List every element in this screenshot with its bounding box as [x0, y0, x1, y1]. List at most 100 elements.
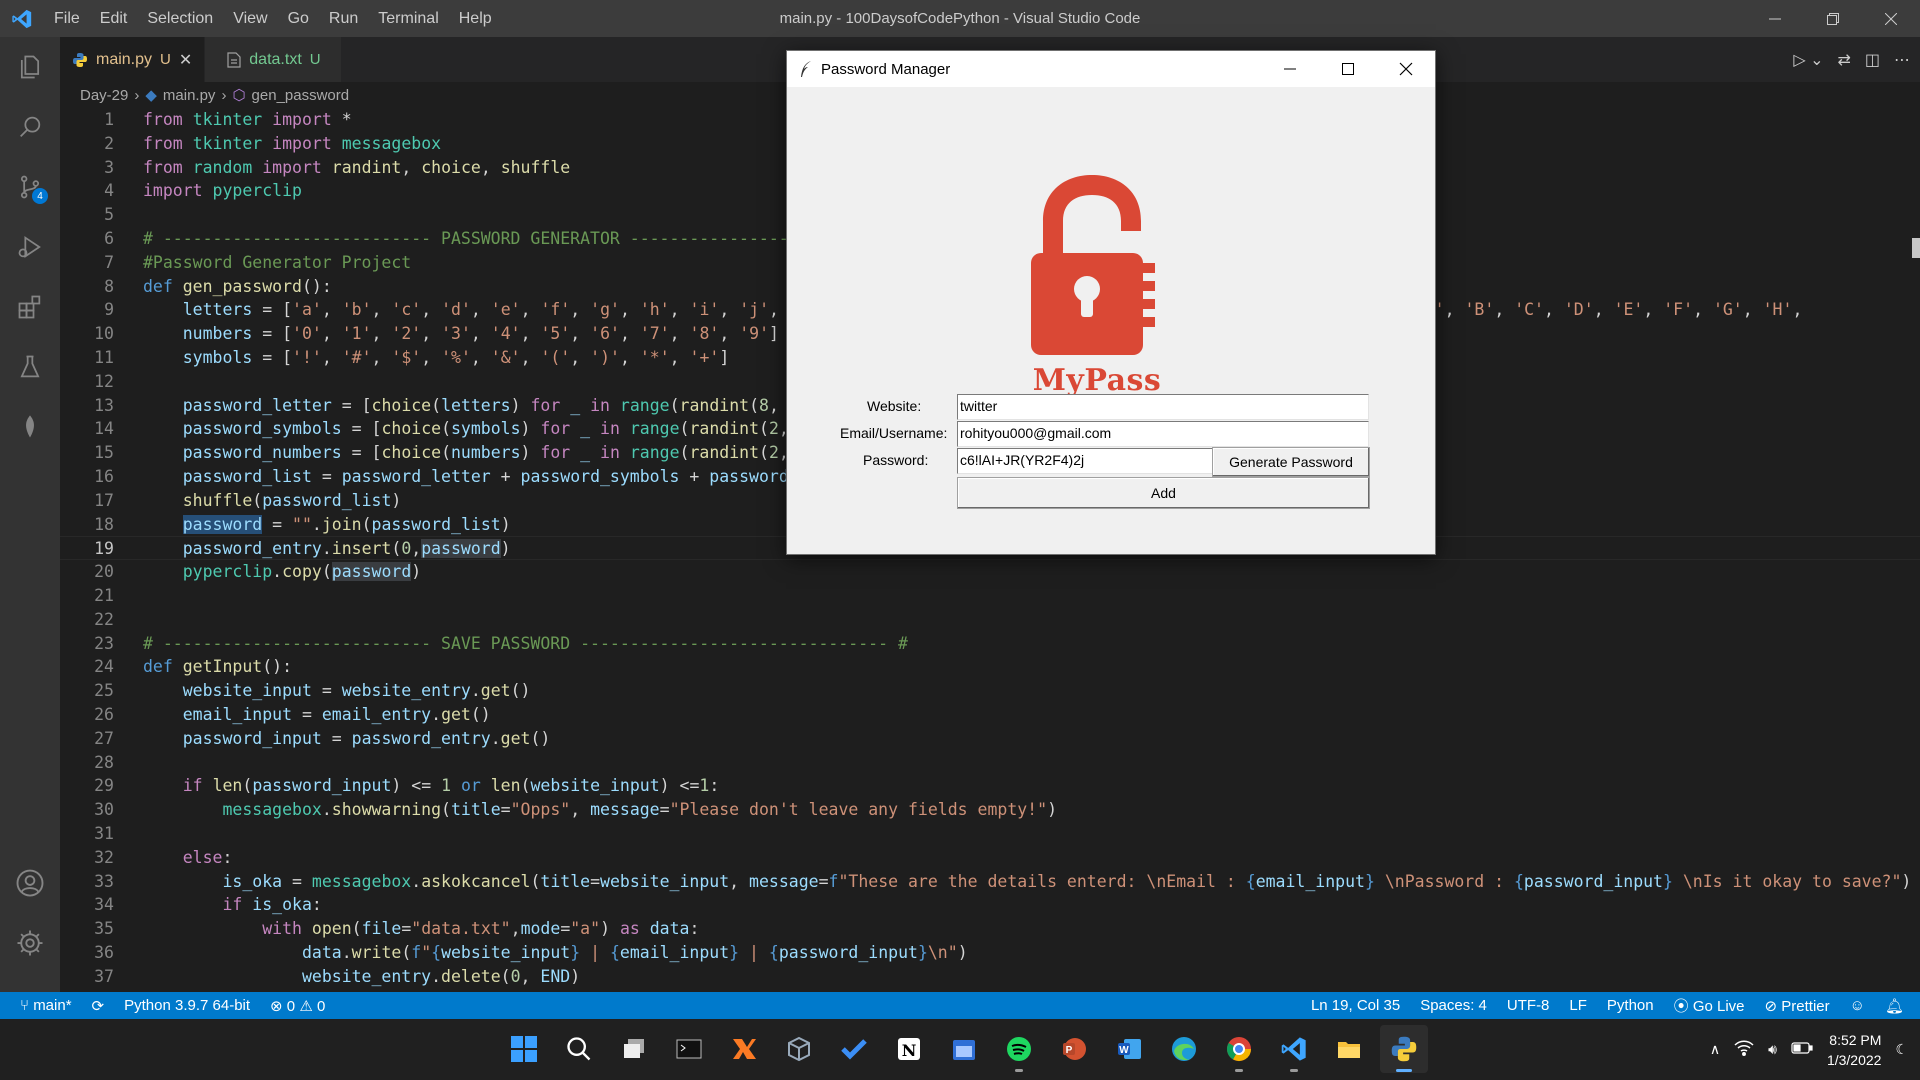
line-code: website_entry.delete(0, END) [301, 966, 581, 986]
breadcrumb-file[interactable]: main.py [163, 87, 216, 104]
todo-app-icon[interactable] [830, 1025, 878, 1073]
code-line[interactable]: 30 messagebox.showwarning(title="Opps", … [60, 798, 1920, 822]
source-control-icon[interactable]: 4 [0, 157, 60, 217]
generate-password-button[interactable]: Generate Password [1212, 447, 1370, 477]
website-input[interactable]: twitter [957, 394, 1369, 420]
focus-assist-moon-icon[interactable]: ☾ [1895, 1041, 1908, 1058]
python-interpreter[interactable]: Python 3.9.7 64-bit [124, 997, 250, 1014]
menu-terminal[interactable]: Terminal [368, 0, 448, 37]
run-debug-icon[interactable] [0, 217, 60, 277]
add-button[interactable]: Add [957, 477, 1370, 509]
code-line[interactable]: 23 # --------------------------- SAVE PAS… [60, 632, 1920, 656]
python-file-icon: ◆ [145, 87, 157, 104]
line-code: if is_oka: [222, 895, 322, 915]
extensions-icon[interactable] [0, 277, 60, 337]
open-changes-icon[interactable]: ⇄ [1837, 50, 1850, 70]
tab-main-py[interactable]: main.py U ✕ [60, 37, 206, 82]
line-code: # --------------------------- PASSWORD G… [143, 228, 809, 248]
word-app-icon[interactable]: W [1105, 1025, 1153, 1073]
code-line[interactable]: 36 data.write(f"{website_input} | {email… [60, 941, 1920, 965]
code-line[interactable]: 25 website_input = website_entry.get() [60, 679, 1920, 703]
code-line[interactable]: 31 [60, 822, 1920, 846]
prettier-button[interactable]: ⊘ Prettier [1765, 997, 1830, 1015]
menu-go[interactable]: Go [278, 0, 319, 37]
menu-file[interactable]: File [44, 0, 90, 37]
xampp-app-icon[interactable] [720, 1025, 768, 1073]
edge-browser-icon[interactable] [1160, 1025, 1208, 1073]
indentation[interactable]: Spaces: 4 [1420, 997, 1487, 1014]
accounts-icon[interactable] [0, 853, 60, 913]
virtualbox-app-icon[interactable] [775, 1025, 823, 1073]
terminal-app-icon[interactable] [665, 1025, 713, 1073]
tk-minimize-button[interactable] [1261, 51, 1319, 87]
website-label: Website: [867, 398, 922, 414]
taskbar-search-icon[interactable] [555, 1025, 603, 1073]
minimize-button[interactable] [1746, 0, 1804, 37]
calendar-app-icon[interactable] [940, 1025, 988, 1073]
menu-edit[interactable]: Edit [90, 0, 138, 37]
code-line[interactable]: 32 else: [60, 846, 1920, 870]
breadcrumb-symbol[interactable]: gen_password [252, 87, 350, 104]
code-line[interactable]: 28 [60, 751, 1920, 775]
task-view-icon[interactable] [610, 1025, 658, 1073]
vscode-app-icon[interactable] [1270, 1025, 1318, 1073]
breadcrumb-folder[interactable]: Day-29 [80, 87, 128, 104]
notifications-bell-icon[interactable]: 🔔︎ [1885, 997, 1904, 1015]
tk-maximize-button[interactable] [1319, 51, 1377, 87]
show-hidden-icons-chevron-icon[interactable]: ∧ [1710, 1041, 1720, 1058]
menu-help[interactable]: Help [449, 0, 502, 37]
tk-close-button[interactable] [1377, 51, 1435, 87]
branch-status[interactable]: ⑂ main* [20, 997, 72, 1014]
clock[interactable]: 8:52 PM 1/3/2022 [1827, 1030, 1882, 1070]
notion-app-icon[interactable]: N [885, 1025, 933, 1073]
explorer-icon[interactable] [0, 37, 60, 97]
sync-icon[interactable]: ⟳ [92, 997, 105, 1015]
password-input[interactable]: c6!lAI+JR(YR2F4)2j [957, 448, 1213, 474]
code-line[interactable]: 29 if len(password_input) <= 1 or len(we… [60, 774, 1920, 798]
problems-status[interactable]: ⊗ 0 ⚠ 0 [270, 997, 325, 1015]
end-of-line[interactable]: LF [1569, 997, 1587, 1014]
wifi-icon[interactable] [1734, 1040, 1754, 1059]
tab-data-txt[interactable]: data.txt U [205, 37, 342, 82]
search-icon[interactable] [0, 97, 60, 157]
cursor-position[interactable]: Ln 19, Col 35 [1311, 997, 1400, 1014]
code-line[interactable]: 35 with open(file="data.txt",mode="a") a… [60, 917, 1920, 941]
powerpoint-app-icon[interactable]: P [1050, 1025, 1098, 1073]
chrome-browser-icon[interactable] [1215, 1025, 1263, 1073]
email-input[interactable]: rohityou000@gmail.com [957, 421, 1369, 447]
code-line[interactable]: 21 [60, 584, 1920, 608]
code-line[interactable]: 37 website_entry.delete(0, END) [60, 965, 1920, 989]
split-editor-icon[interactable]: ◫ [1865, 50, 1880, 70]
spotify-app-icon[interactable] [995, 1025, 1043, 1073]
mongodb-leaf-icon[interactable] [0, 397, 60, 457]
close-button[interactable] [1862, 0, 1920, 37]
code-line[interactable]: 20 pyperclip.copy(password) [60, 560, 1920, 584]
restore-button[interactable] [1804, 0, 1862, 37]
close-icon[interactable]: ✕ [179, 50, 192, 70]
file-explorer-icon[interactable] [1325, 1025, 1373, 1073]
menu-view[interactable]: View [223, 0, 277, 37]
settings-gear-icon[interactable] [0, 913, 60, 973]
battery-icon[interactable] [1791, 1041, 1813, 1058]
code-line[interactable]: 24 def getInput(): [60, 655, 1920, 679]
menu-run[interactable]: Run [319, 0, 368, 37]
encoding[interactable]: UTF-8 [1507, 997, 1550, 1014]
scrollbar-marker[interactable] [1912, 238, 1920, 258]
testing-icon[interactable] [0, 337, 60, 397]
code-line[interactable]: 27 password_input = password_entry.get() [60, 727, 1920, 751]
more-actions-icon[interactable]: ⋯ [1894, 50, 1910, 70]
code-line[interactable]: 26 email_input = email_entry.get() [60, 703, 1920, 727]
prettier-icon: ⊘ [1764, 997, 1778, 1015]
code-line[interactable]: 22 [60, 608, 1920, 632]
code-line[interactable]: 34 if is_oka: [60, 893, 1920, 917]
start-windows-icon[interactable] [500, 1025, 548, 1073]
menu-selection[interactable]: Selection [137, 0, 223, 37]
volume-icon[interactable]: 🔊︎ [1768, 1041, 1777, 1058]
code-line[interactable]: 33 is_oka = messagebox.askokcancel(title… [60, 870, 1920, 894]
python-app-icon[interactable] [1380, 1025, 1428, 1073]
feedback-icon[interactable]: ☺ [1850, 997, 1865, 1014]
language-mode[interactable]: Python [1607, 997, 1654, 1014]
go-live-button[interactable]: ⦿ Go Live [1674, 995, 1745, 1016]
run-file-icon[interactable]: ▷ ⌄ [1793, 50, 1823, 70]
